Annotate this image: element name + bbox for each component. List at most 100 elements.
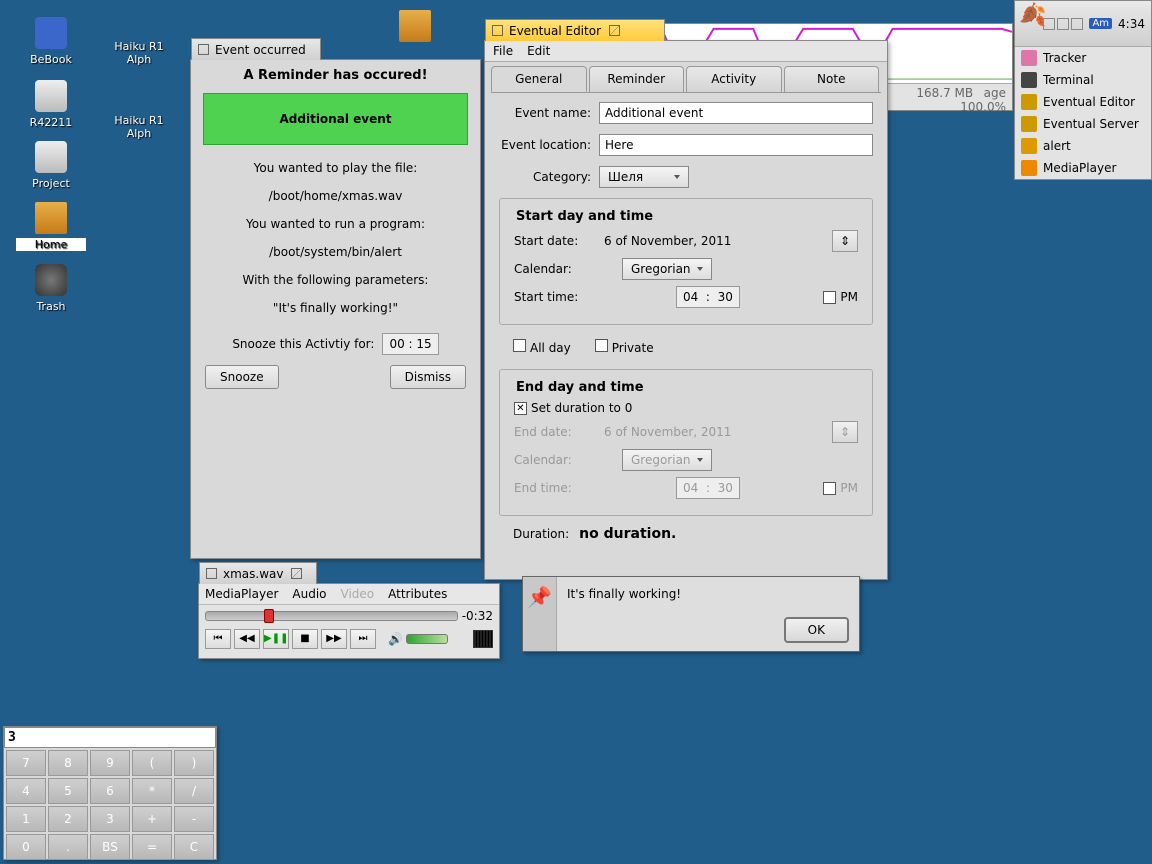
media-player-window: xmas.wav MediaPlayer Audio Video Attribu… bbox=[198, 583, 500, 659]
calc-key-4[interactable]: 4 bbox=[6, 778, 46, 804]
play-pause-button[interactable]: ▶❚❚ bbox=[263, 629, 289, 649]
calc-key-/[interactable]: / bbox=[174, 778, 214, 804]
event-name-input[interactable] bbox=[599, 102, 873, 124]
deskbar-item-terminal[interactable]: Terminal bbox=[1015, 69, 1151, 91]
zoom-icon[interactable] bbox=[291, 568, 302, 579]
desktop-icon-haiku1[interactable]: Haiku R1 Alph bbox=[104, 40, 174, 66]
start-time-spinner[interactable]: 04 : 30 bbox=[676, 286, 740, 308]
private-option[interactable]: Private bbox=[595, 339, 654, 355]
snooze-button[interactable]: Snooze bbox=[205, 365, 279, 389]
prev-button[interactable]: ◀◀ bbox=[234, 629, 260, 649]
event-location-input[interactable] bbox=[599, 134, 873, 156]
dismiss-button[interactable]: Dismiss bbox=[390, 365, 466, 389]
all-day-checkbox[interactable] bbox=[513, 339, 526, 352]
calc-key-)[interactable]: ) bbox=[174, 750, 214, 776]
menu-file[interactable]: File bbox=[493, 44, 513, 58]
event-name-label: Event name: bbox=[499, 106, 599, 120]
calc-key-.[interactable]: . bbox=[48, 834, 88, 860]
desktop-icon-folder[interactable] bbox=[380, 10, 450, 46]
all-day-option[interactable]: All day bbox=[513, 339, 571, 355]
calendar-dropdown[interactable]: Gregorian bbox=[622, 258, 712, 280]
snooze-label: Snooze this Activtiy for: bbox=[232, 337, 374, 351]
icon-label: R42211 bbox=[16, 116, 86, 129]
desktop-icon-trash[interactable]: Trash bbox=[16, 264, 86, 313]
calc-key--[interactable]: - bbox=[174, 806, 214, 832]
clock[interactable]: 4:34 bbox=[1118, 17, 1145, 31]
private-checkbox[interactable] bbox=[595, 339, 608, 352]
calc-key-C[interactable]: C bbox=[174, 834, 214, 860]
calc-key-8[interactable]: 8 bbox=[48, 750, 88, 776]
pm-checkbox[interactable] bbox=[823, 291, 836, 304]
menu-audio[interactable]: Audio bbox=[292, 587, 326, 601]
tray-icons[interactable] bbox=[1043, 18, 1083, 30]
end-calendar-value: Gregorian bbox=[631, 453, 691, 467]
calc-key-1[interactable]: 1 bbox=[6, 806, 46, 832]
desktop-icon-bebook[interactable]: BeBook bbox=[16, 17, 86, 66]
calc-key-=[interactable]: = bbox=[132, 834, 172, 860]
category-dropdown[interactable]: Шеля bbox=[599, 166, 689, 188]
editor-titlebar[interactable]: Eventual Editor bbox=[485, 19, 665, 41]
deskbar-item-tracker[interactable]: Tracker bbox=[1015, 47, 1151, 69]
deskbar-header[interactable]: 🍂 Am 4:34 bbox=[1015, 1, 1151, 47]
calc-key-0[interactable]: 0 bbox=[6, 834, 46, 860]
next-button[interactable]: ▶▶ bbox=[321, 629, 347, 649]
run-program-path: /boot/system/bin/alert bbox=[199, 245, 472, 259]
desktop-icon-home[interactable]: Home bbox=[16, 202, 86, 251]
tab-note[interactable]: Note bbox=[784, 66, 880, 92]
reminder-titlebar[interactable]: Event occurred bbox=[191, 38, 321, 60]
icon-label: Haiku R1 Alph bbox=[104, 40, 174, 66]
ok-button[interactable]: OK bbox=[784, 617, 849, 643]
stop-button[interactable]: ■ bbox=[292, 629, 318, 649]
calc-key-+[interactable]: + bbox=[132, 806, 172, 832]
calc-key-2[interactable]: 2 bbox=[48, 806, 88, 832]
tab-reminder[interactable]: Reminder bbox=[589, 66, 685, 92]
start-minute: 30 bbox=[718, 290, 733, 304]
chevron-down-icon bbox=[697, 458, 703, 462]
tab-general[interactable]: General bbox=[491, 66, 587, 92]
deskbar-item-eventual-editor[interactable]: Eventual Editor bbox=[1015, 91, 1151, 113]
calc-key-*[interactable]: * bbox=[132, 778, 172, 804]
calc-key-5[interactable]: 5 bbox=[48, 778, 88, 804]
menu-attributes[interactable]: Attributes bbox=[388, 587, 447, 601]
editor-window: Eventual Editor File Edit General Remind… bbox=[484, 40, 888, 580]
close-icon[interactable] bbox=[206, 568, 217, 579]
deskbar-item-mediaplayer[interactable]: MediaPlayer bbox=[1015, 157, 1151, 179]
skip-back-button[interactable]: ⏮ bbox=[205, 629, 231, 649]
deskbar-item-label: alert bbox=[1043, 139, 1071, 153]
seek-slider[interactable] bbox=[205, 611, 458, 621]
private-label: Private bbox=[612, 341, 654, 355]
calc-display[interactable]: 3 bbox=[4, 727, 216, 748]
category-label: Category: bbox=[499, 170, 599, 184]
calc-key-3[interactable]: 3 bbox=[90, 806, 130, 832]
start-date-label: Start date: bbox=[514, 234, 604, 248]
tab-activity[interactable]: Activity bbox=[686, 66, 782, 92]
desktop-icon-r42211[interactable]: R42211 bbox=[16, 80, 86, 129]
vu-meter bbox=[473, 630, 493, 648]
desktop-icon-haiku2[interactable]: Haiku R1 Alph bbox=[104, 114, 174, 140]
calc-key-6[interactable]: 6 bbox=[90, 778, 130, 804]
menu-edit[interactable]: Edit bbox=[527, 44, 550, 58]
seek-knob[interactable] bbox=[264, 609, 274, 623]
skip-fwd-button[interactable]: ⏭ bbox=[350, 629, 376, 649]
alert-stripe: 📌 bbox=[523, 577, 557, 651]
end-date-label: End date: bbox=[514, 425, 604, 439]
media-titlebar[interactable]: xmas.wav bbox=[199, 562, 317, 584]
calc-key-BS[interactable]: BS bbox=[90, 834, 130, 860]
desktop-icon-project[interactable]: Project bbox=[16, 141, 86, 190]
leaf-icon[interactable]: 🍂 bbox=[1019, 3, 1046, 28]
set-duration-checkbox[interactable]: ✕ bbox=[514, 402, 527, 415]
close-icon[interactable] bbox=[198, 44, 209, 55]
volume-slider[interactable] bbox=[406, 634, 448, 644]
window-title: xmas.wav bbox=[223, 567, 283, 581]
zoom-icon[interactable] bbox=[609, 25, 620, 36]
menu-mediaplayer[interactable]: MediaPlayer bbox=[205, 587, 278, 601]
snooze-spinner[interactable]: 00 : 15 bbox=[382, 333, 438, 355]
deskbar-item-alert[interactable]: alert bbox=[1015, 135, 1151, 157]
close-icon[interactable] bbox=[492, 25, 503, 36]
calendar-button[interactable]: ⇕ bbox=[832, 230, 858, 252]
calc-key-9[interactable]: 9 bbox=[90, 750, 130, 776]
volume-icon: 🔊 bbox=[388, 632, 403, 646]
deskbar-item-eventual-server[interactable]: Eventual Server bbox=[1015, 113, 1151, 135]
calc-key-7[interactable]: 7 bbox=[6, 750, 46, 776]
calc-key-([interactable]: ( bbox=[132, 750, 172, 776]
